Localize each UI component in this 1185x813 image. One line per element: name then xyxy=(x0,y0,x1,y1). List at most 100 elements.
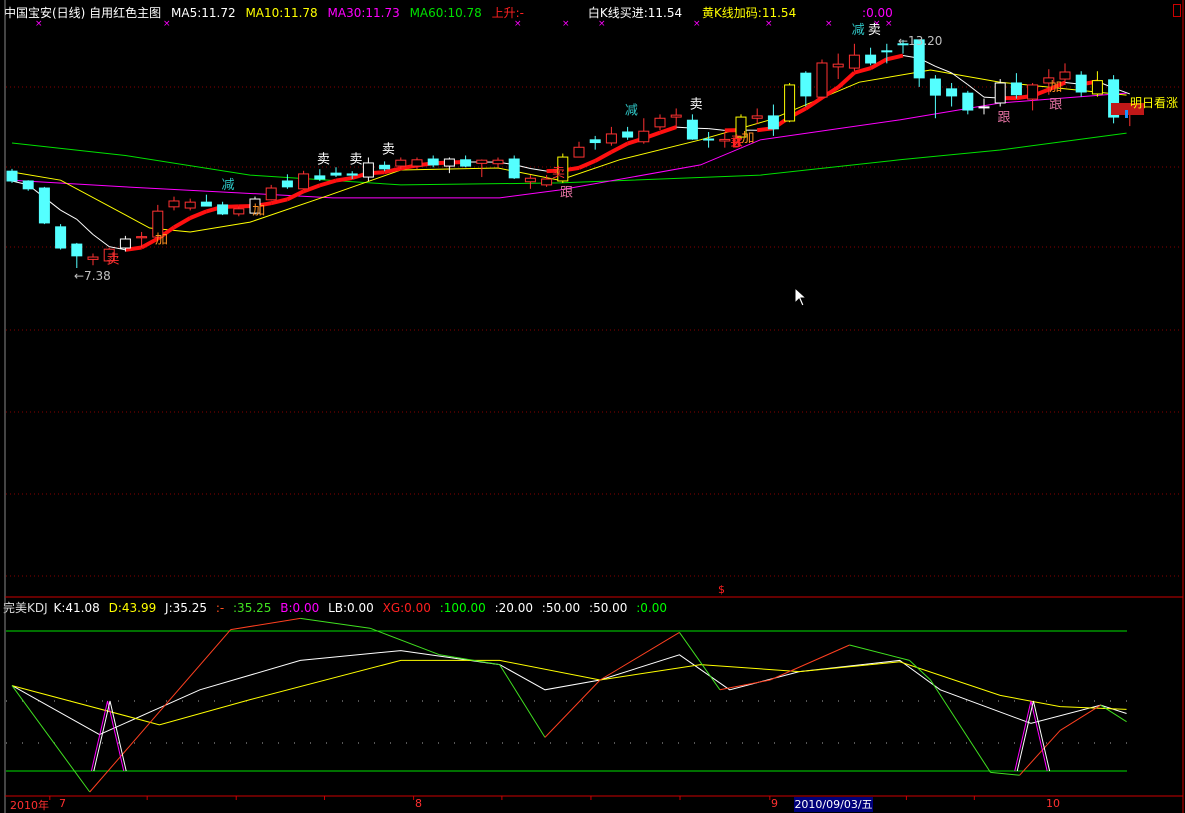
stock-chart[interactable]: × × × × × × × × × ×卖 卖卖卖卖减减减加加加加卖卖卖跟跟跟B xyxy=(0,0,1185,813)
candle-body xyxy=(298,173,310,190)
kdj-j-segment xyxy=(499,664,546,738)
ma5-rising-segment xyxy=(172,216,192,230)
signal-x-marker: × xyxy=(825,19,833,29)
forecast-label: 明日看涨 xyxy=(1130,96,1179,110)
axis-month-8: 8 xyxy=(415,797,422,810)
candle-body xyxy=(703,138,715,141)
candle-body xyxy=(816,62,828,98)
signal-label: 加 xyxy=(741,131,754,146)
kdj-j-segment xyxy=(599,631,680,681)
signal-label: 卖 xyxy=(868,23,881,38)
signal-label: 减 xyxy=(852,23,865,38)
candle-body xyxy=(395,159,407,167)
candle-body xyxy=(6,170,18,182)
ma10-line xyxy=(11,69,1127,233)
candle-body xyxy=(589,139,601,144)
candle-body xyxy=(508,158,520,179)
candle-body xyxy=(946,88,958,97)
candle-body xyxy=(476,159,488,164)
signal-label: 卖 xyxy=(317,152,330,167)
signal-label: 减 xyxy=(625,103,638,118)
candle-body xyxy=(541,178,553,186)
kdj-j-segment xyxy=(439,654,500,666)
candle-body xyxy=(929,78,941,96)
kdj-j-segment xyxy=(679,632,721,691)
candle-body xyxy=(994,82,1006,104)
kdj-j-segment xyxy=(230,617,301,631)
kdj-j-segment xyxy=(719,679,771,691)
axis-month-9: 9 xyxy=(771,797,778,810)
candle-body xyxy=(22,180,34,190)
signal-label: 加 xyxy=(252,203,265,218)
ma5-rising-segment xyxy=(335,176,353,183)
candle-body xyxy=(605,133,617,144)
candle-body xyxy=(1010,82,1022,96)
candle-body xyxy=(573,146,585,158)
cursor-date: 2010/09/03/五 xyxy=(794,797,873,812)
candle-body xyxy=(217,204,229,215)
candle-body xyxy=(362,162,374,178)
candle-body xyxy=(1059,71,1071,80)
candle-body xyxy=(881,50,893,53)
signal-x-marker: × xyxy=(35,19,43,29)
kdj-j-segment xyxy=(300,617,371,629)
candle-body xyxy=(265,187,277,201)
candle-body xyxy=(330,172,342,176)
ma5-rising-segment xyxy=(610,141,629,154)
signal-x-marker: × xyxy=(163,19,171,29)
candle-body xyxy=(832,63,844,68)
candle-body xyxy=(1075,74,1087,93)
candle-body xyxy=(55,226,67,249)
divider-mark: $ xyxy=(718,583,725,596)
signal-x-marker: × xyxy=(562,19,570,29)
candle-body xyxy=(654,117,666,128)
signal-label: 加 xyxy=(155,233,168,248)
candle-body xyxy=(71,243,83,257)
candle-body xyxy=(184,201,196,209)
ma5-rising-segment xyxy=(578,158,596,170)
candle-body xyxy=(524,177,536,183)
candle-body xyxy=(767,115,779,130)
signal-x-marker: × xyxy=(514,19,522,29)
candle-body xyxy=(1091,80,1103,95)
candle-body xyxy=(978,106,990,109)
candle-body xyxy=(670,114,682,118)
high-price-label: ←13.20 xyxy=(898,34,943,48)
kdj-j-segment xyxy=(990,771,1020,776)
kdj-k-line xyxy=(11,650,1127,736)
signal-x-marker: × xyxy=(765,19,773,29)
mouse-cursor-icon xyxy=(794,286,808,307)
candle-body xyxy=(848,54,860,69)
signal-x-marker: × xyxy=(598,19,606,29)
low-price-label: ←7.38 xyxy=(74,269,111,283)
candle-body xyxy=(800,72,812,97)
candle-body xyxy=(87,256,99,260)
signal-x-marker: × xyxy=(885,19,893,29)
kdj-j-segment xyxy=(1100,704,1127,723)
signal-label: 跟 xyxy=(560,186,573,201)
kdj-j-segment xyxy=(769,644,850,681)
signal-label: 卖 xyxy=(349,152,362,167)
ma5-segment xyxy=(60,209,78,220)
candle-body xyxy=(460,159,472,167)
signal-label: 跟 xyxy=(1049,97,1062,112)
ma5-rising-segment xyxy=(594,150,613,163)
candle-body xyxy=(686,119,698,140)
signal-label: B xyxy=(732,137,742,152)
candle-body xyxy=(38,187,50,224)
kdj-d-line xyxy=(11,659,1127,726)
axis-month-10: 10 xyxy=(1046,797,1060,810)
kdj-j-segment xyxy=(1059,704,1101,731)
axis-year: 2010年 xyxy=(10,799,49,812)
axis-month-7: 7 xyxy=(59,797,66,810)
ma5-rising-segment xyxy=(804,96,824,111)
candle-body xyxy=(379,164,391,170)
ma5-rising-segment xyxy=(853,66,872,75)
ma5-segment xyxy=(92,234,110,247)
candle-body xyxy=(638,130,650,143)
signal-x-marker: × xyxy=(693,19,701,29)
candle-body xyxy=(168,200,180,208)
kdj-j-segment xyxy=(930,679,991,773)
forecast-marker xyxy=(1125,110,1128,118)
candle-body xyxy=(233,208,245,215)
